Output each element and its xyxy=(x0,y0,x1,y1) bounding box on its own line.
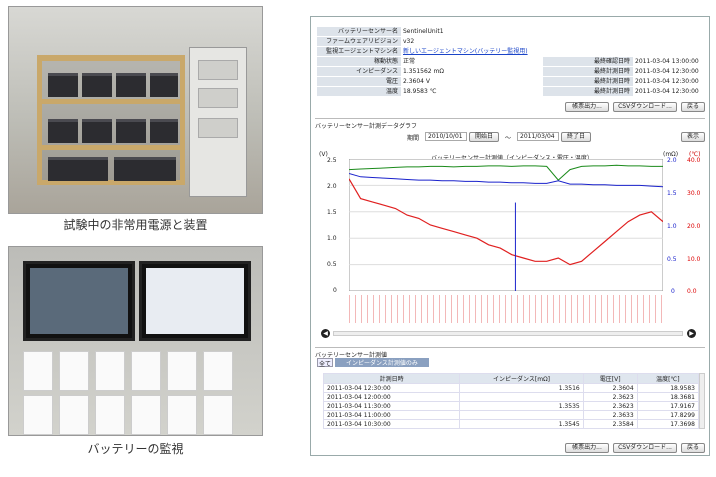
agent-machine-link[interactable]: 新しいエージェントマシン(バッテリー監視用) xyxy=(403,47,528,56)
scroll-right-icon[interactable]: ▶ xyxy=(687,329,696,338)
y-tick: 40.0 xyxy=(687,157,701,164)
csv-download-button-bottom[interactable]: CSVダウンロード... xyxy=(613,443,677,453)
start-date-field[interactable]: 2010/10/01 xyxy=(425,132,467,141)
end-date-button[interactable]: 終了日 xyxy=(561,132,591,142)
y-tick: 0.5 xyxy=(667,256,677,263)
tab-impedance-only[interactable]: インピーダンス計測値のみ xyxy=(335,358,429,367)
back-button-bottom[interactable]: 戻る xyxy=(681,443,705,453)
y-tick: 0.0 xyxy=(687,288,697,295)
display-button[interactable]: 表示 xyxy=(681,132,705,142)
tilde: 〜 xyxy=(505,135,512,142)
info-row: 電圧 2.3604 V 最終計測日時 2011-03-04 12:30:00 xyxy=(317,77,703,86)
report-output-button-bottom[interactable]: 帳票出力... xyxy=(565,443,609,453)
monitor-right xyxy=(139,261,251,341)
measurement-table: 計測日時 インピーダンス[mΩ] 電圧[V] 温度[℃] 2011-03-04 12:… xyxy=(322,373,700,429)
photo-monitoring xyxy=(8,246,263,436)
y-tick: 2.0 xyxy=(327,183,337,190)
back-button[interactable]: 戻る xyxy=(681,102,705,112)
graph-section-title: バッテリーセンサー計測データグラフ xyxy=(315,118,705,130)
y-tick: 10.0 xyxy=(687,256,701,263)
csv-download-button[interactable]: CSVダウンロード... xyxy=(613,102,677,112)
table-row[interactable]: 2011-03-04 12:30:00 1.3516 2.3604 18.9583 xyxy=(322,383,700,393)
table-row[interactable]: 2011-03-04 10:30:00 1.3545 2.3584 17.3698 xyxy=(322,419,700,429)
line-chart xyxy=(349,159,663,291)
y-tick: 1.5 xyxy=(667,190,677,197)
y-tick: 1.5 xyxy=(327,209,337,216)
period-label: 期間 xyxy=(407,135,420,142)
tab-all[interactable]: 全て xyxy=(317,358,333,368)
y-tick: 1.0 xyxy=(667,223,677,230)
end-date-field[interactable]: 2011/03/04 xyxy=(517,132,559,141)
table-row[interactable]: 2011-03-04 11:30:00 1.3535 2.3623 17.9167 xyxy=(322,401,700,411)
chart-scrollbar[interactable] xyxy=(333,331,683,336)
info-row: 監視エージェントマシン名 新しいエージェントマシン(バッテリー監視用) xyxy=(317,47,703,56)
info-row: インピーダンス 1.351562 mΩ 最終計測日時 2011-03-04 12:30… xyxy=(317,67,703,76)
monitor-left xyxy=(23,261,135,341)
y-tick: 2.0 xyxy=(667,157,677,164)
power-cabinet xyxy=(189,47,247,197)
y-tick: 0.5 xyxy=(327,261,337,268)
y-tick: 0 xyxy=(333,287,337,294)
battery-rack xyxy=(37,55,185,185)
photo2-caption: バッテリーの監視 xyxy=(87,442,184,456)
x-axis-date-labels xyxy=(349,295,663,323)
info-row: バッテリーセンサー名 SentinelUnit1 xyxy=(317,27,703,36)
info-row: ファームウェアリビジョン v32 xyxy=(317,37,703,46)
y-tick: 20.0 xyxy=(687,223,701,230)
table-row[interactable]: 2011-03-04 11:00:00 2.3633 17.8299 xyxy=(322,410,700,420)
y-tick: 30.0 xyxy=(687,190,701,197)
photo-test-equipment xyxy=(8,6,263,214)
report-output-button[interactable]: 帳票出力... xyxy=(565,102,609,112)
start-date-button[interactable]: 開始日 xyxy=(469,132,499,142)
table-scrollbar[interactable] xyxy=(699,373,705,429)
battery-sensor-panel: バッテリーセンサー名 SentinelUnit1 ファームウェアリビジョン v32 … xyxy=(310,16,710,456)
y-tick: 0 xyxy=(671,288,675,295)
info-row: 稼動状態 正常 最終確認日時 2011-03-04 13:00:00 xyxy=(317,57,703,66)
photo1-caption: 試験中の非常用電源と装置 xyxy=(63,218,208,232)
table-row[interactable]: 2011-03-04 12:00:00 2.3623 18.3681 xyxy=(322,392,700,402)
info-row: 温度 18.9583 ℃ 最終計測日時 2011-03-04 12:30:00 xyxy=(317,87,703,96)
y-tick: 2.5 xyxy=(327,157,337,164)
y-tick: 1.0 xyxy=(327,235,337,242)
scroll-left-icon[interactable]: ◀ xyxy=(321,329,330,338)
table-header: 計測日時 インピーダンス[mΩ] 電圧[V] 温度[℃] xyxy=(322,373,700,384)
